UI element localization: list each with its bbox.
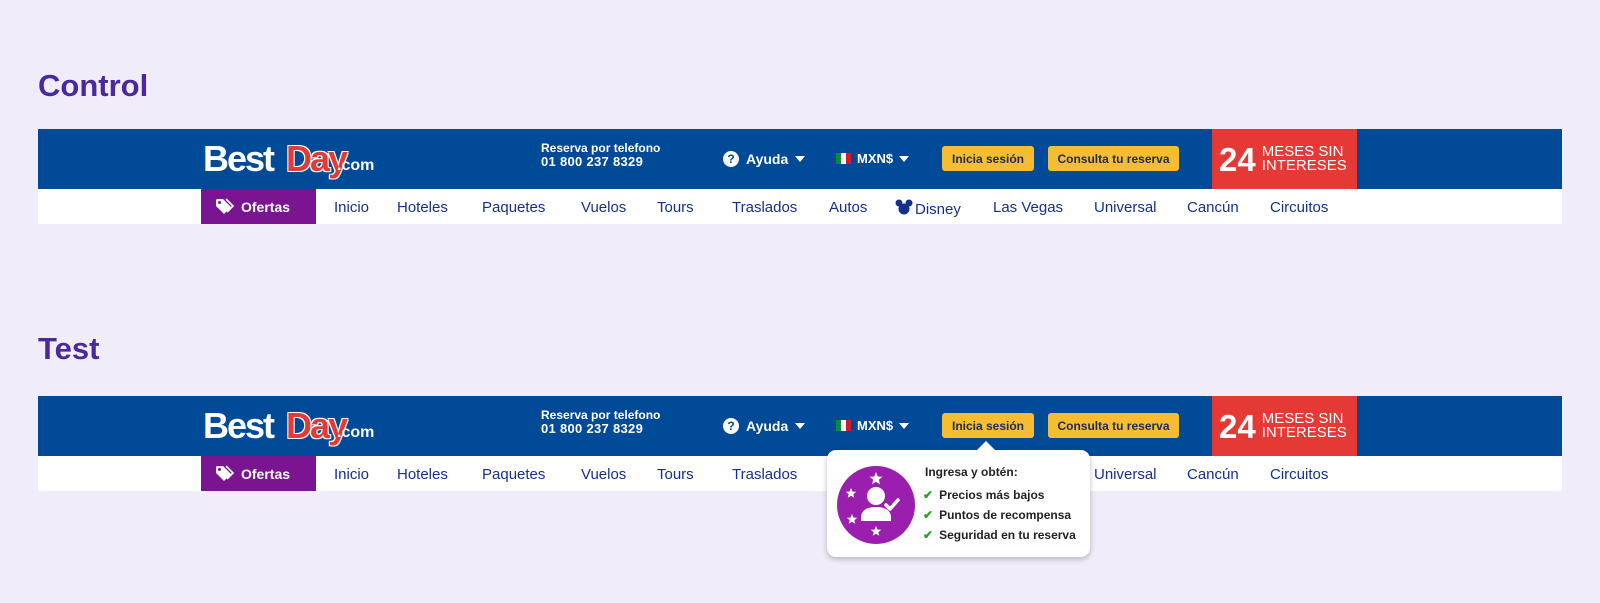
nav-item-vuelos[interactable]: Vuelos: [581, 199, 626, 216]
nav-item-universal[interactable]: Universal: [1094, 199, 1157, 216]
nav-item-autos[interactable]: Autos: [829, 199, 867, 216]
mexico-flag-icon: [836, 153, 851, 164]
nav-item-cancun[interactable]: Cancún: [1187, 199, 1239, 216]
bestday-logo[interactable]: Best Day .com: [203, 406, 374, 446]
nav-item-tours[interactable]: Tours: [657, 466, 694, 483]
nav-item-las-vegas[interactable]: Las Vegas: [993, 199, 1063, 216]
nav-bar: Ofertas Inicio Hoteles Paquetes Vuelos T…: [38, 189, 1562, 224]
currency-label: MXN$: [857, 151, 894, 166]
popover-arrow: [977, 441, 995, 450]
mexico-flag-icon: [836, 420, 851, 431]
chevron-down-icon: [795, 423, 806, 429]
nav-item-paquetes[interactable]: Paquetes: [482, 199, 545, 216]
tag-icon: [216, 197, 235, 214]
promo-banner[interactable]: 24 MESES SIN INTERESES: [1212, 129, 1357, 189]
nav-item-hoteles[interactable]: Hoteles: [397, 466, 448, 483]
benefit-label: Precios más bajos: [939, 488, 1045, 502]
control-title: Control: [38, 68, 149, 103]
benefit-item: ✔ Precios más bajos: [923, 488, 1044, 502]
nav-bar: Ofertas Inicio Hoteles Paquetes Vuelos T…: [38, 456, 1562, 491]
currency-dropdown[interactable]: MXN$: [836, 151, 910, 166]
control-header: Best Day .com Reserva por telefono 01 80…: [38, 129, 1562, 224]
nav-item-cancun[interactable]: Cancún: [1187, 466, 1239, 483]
help-dropdown[interactable]: ? Ayuda: [723, 418, 806, 434]
test-header: Best Day .com Reserva por telefono 01 80…: [38, 396, 1562, 491]
benefit-item: ✔ Seguridad en tu reserva: [923, 528, 1076, 542]
promo-line-2: INTERESES: [1261, 424, 1347, 441]
currency-label: MXN$: [857, 418, 894, 433]
phone-number[interactable]: 01 800 237 8329: [541, 155, 660, 169]
promo-number: 24: [1219, 140, 1256, 178]
popover-heading: Ingresa y obtén:: [925, 465, 1018, 479]
top-bar: Best Day .com Reserva por telefono 01 80…: [38, 129, 1562, 189]
rewards-user-icon: [837, 466, 915, 544]
nav-item-paquetes[interactable]: Paquetes: [482, 466, 545, 483]
check-reservation-button[interactable]: Consulta tu reserva: [1048, 146, 1179, 171]
nav-item-tours[interactable]: Tours: [657, 199, 694, 216]
currency-dropdown[interactable]: MXN$: [836, 418, 910, 433]
login-benefits-popover: Ingresa y obtén: ✔ Precios más bajos ✔ P…: [827, 441, 1090, 557]
promo-number: 24: [1219, 407, 1256, 445]
check-reservation-button[interactable]: Consulta tu reserva: [1048, 413, 1179, 438]
question-circle-icon: ?: [723, 418, 739, 434]
phone-number[interactable]: 01 800 237 8329: [541, 422, 660, 436]
check-icon: ✔: [923, 488, 934, 502]
nav-item-hoteles[interactable]: Hoteles: [397, 199, 448, 216]
phone-contact: Reserva por telefono 01 800 237 8329: [541, 408, 660, 436]
help-dropdown[interactable]: ? Ayuda: [723, 151, 806, 167]
benefit-item: ✔ Puntos de recompensa: [923, 508, 1071, 522]
question-circle-icon: ?: [723, 151, 739, 167]
nav-item-disney-label: Disney: [915, 201, 961, 218]
promo-banner[interactable]: 24 MESES SIN INTERESES: [1212, 396, 1357, 456]
phone-contact: Reserva por telefono 01 800 237 8329: [541, 141, 660, 169]
nav-item-vuelos[interactable]: Vuelos: [581, 466, 626, 483]
check-icon: ✔: [923, 508, 934, 522]
phone-label: Reserva por telefono: [541, 141, 661, 155]
nav-item-traslados[interactable]: Traslados: [732, 466, 797, 483]
benefit-label: Seguridad en tu reserva: [939, 528, 1076, 542]
nav-item-disney[interactable]: Disney: [895, 199, 961, 218]
benefit-label: Puntos de recompensa: [939, 508, 1072, 522]
nav-item-inicio[interactable]: Inicio: [334, 466, 369, 483]
ofertas-button[interactable]: Ofertas: [201, 456, 316, 491]
login-button[interactable]: Inicia sesión: [942, 146, 1034, 171]
nav-item-circuitos[interactable]: Circuitos: [1270, 466, 1328, 483]
promo-line-2: INTERESES: [1261, 157, 1347, 174]
mickey-icon: [895, 199, 913, 215]
nav-item-inicio[interactable]: Inicio: [334, 199, 369, 216]
phone-label: Reserva por telefono: [541, 408, 661, 422]
top-bar: Best Day .com Reserva por telefono 01 80…: [38, 396, 1562, 456]
nav-item-universal[interactable]: Universal: [1094, 466, 1157, 483]
chevron-down-icon: [899, 155, 910, 162]
help-label: Ayuda: [746, 418, 789, 434]
ofertas-label: Ofertas: [241, 465, 291, 482]
check-icon: ✔: [923, 528, 934, 542]
chevron-down-icon: [795, 156, 806, 162]
help-label: Ayuda: [746, 151, 789, 167]
ofertas-button[interactable]: Ofertas: [201, 189, 316, 224]
chevron-down-icon: [899, 422, 910, 429]
bestday-logo[interactable]: Best Day .com: [203, 139, 374, 179]
login-button[interactable]: Inicia sesión: [942, 413, 1034, 438]
nav-item-circuitos[interactable]: Circuitos: [1270, 199, 1328, 216]
tag-icon: [216, 464, 235, 481]
nav-item-traslados[interactable]: Traslados: [732, 199, 797, 216]
test-title: Test: [38, 331, 100, 366]
ofertas-label: Ofertas: [241, 198, 291, 215]
